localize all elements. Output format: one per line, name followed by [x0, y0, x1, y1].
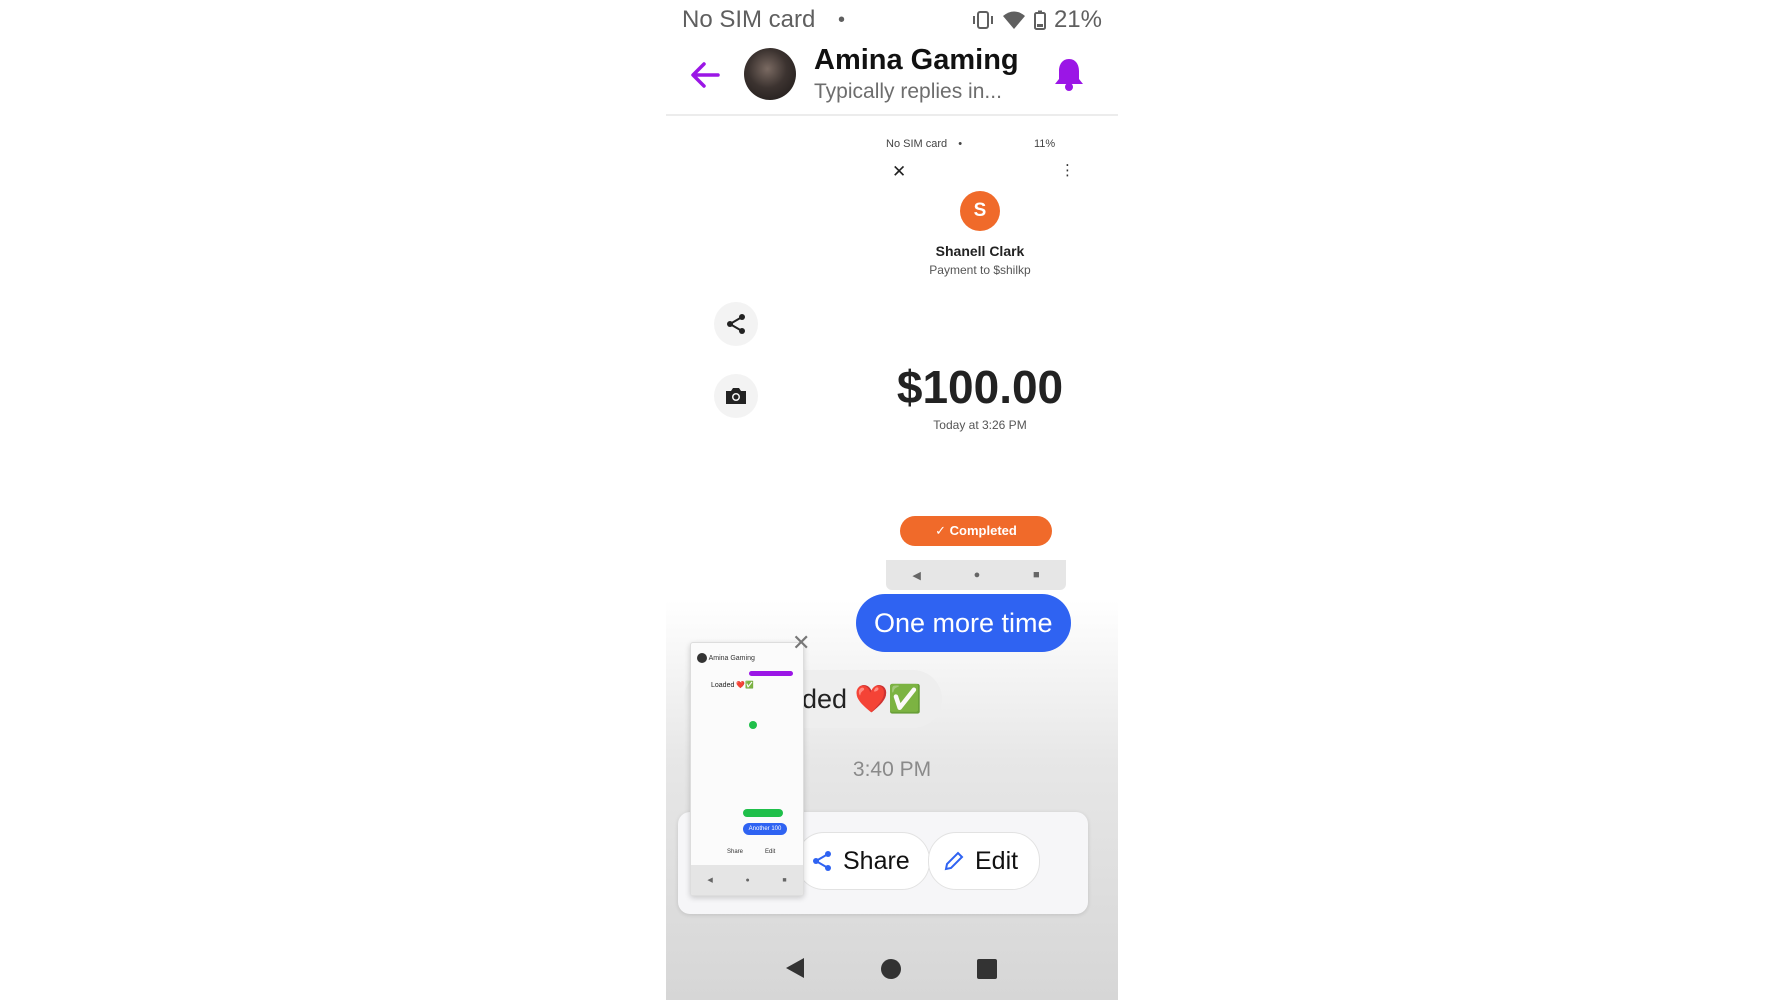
back-arrow-icon[interactable]	[688, 58, 722, 92]
thumb-contact-name: Amina Gaming	[708, 654, 755, 662]
nav-home-icon[interactable]	[880, 958, 902, 980]
thumb-avatar	[697, 653, 707, 663]
screenshot-thumbnail[interactable]: Amina Gaming Loaded ❤️✅ Another 100 Shar…	[690, 642, 804, 896]
nav-recents-icon[interactable]	[976, 958, 998, 980]
status-dot: •	[838, 9, 846, 31]
nav-back-icon: ◀	[912, 569, 921, 582]
status-icons: 21%	[972, 4, 1102, 36]
nav-home-icon: ●	[973, 569, 981, 581]
payment-amount: $100.00	[896, 361, 1064, 413]
pencil-icon	[944, 851, 964, 871]
payment-time: Today at 3:26 PM	[933, 418, 1027, 432]
thumb-nav-home-icon: ●	[745, 876, 750, 884]
share-icon	[813, 851, 831, 871]
battery-icon	[1033, 10, 1046, 30]
edit-button[interactable]: Edit	[928, 832, 1040, 890]
more-vert-icon: ⋮	[1060, 162, 1075, 179]
camera-icon	[714, 374, 758, 418]
screenshot-status-dot: •	[958, 138, 963, 150]
share-icon	[714, 302, 758, 346]
screenshot-status-bar: No SIM card • 11%	[886, 138, 1118, 150]
status-bar: No SIM card • 21%	[682, 4, 1102, 36]
thumb-share-label: Share	[727, 849, 744, 855]
screenshot-battery: 11%	[1034, 138, 1056, 150]
contact-name[interactable]: Amina Gaming	[814, 44, 1019, 77]
thumb-bubble	[749, 671, 793, 676]
nav-back-icon[interactable]	[784, 956, 806, 980]
close-icon[interactable]: ✕	[792, 630, 810, 656]
screenshot-carrier: No SIM card	[886, 138, 948, 150]
battery-percent: 21%	[1053, 6, 1102, 33]
carrier-label: No SIM card	[682, 6, 816, 33]
system-nav-bar	[666, 936, 1118, 1000]
payee-subtitle: Payment to $shilkp	[929, 263, 1031, 277]
wifi-icon	[1002, 11, 1025, 29]
vibrate-icon	[972, 11, 993, 29]
status-badge: ✓ Completed	[900, 516, 1052, 546]
thumb-nav-bar: ◀ ● ■	[691, 865, 803, 895]
chat-header: Amina Gaming Typically replies in...	[666, 40, 1118, 116]
thumb-blue-pill: Another 100	[743, 823, 787, 835]
phone-screen: No SIM card • 21% Amina Gaming Typically…	[666, 0, 1118, 1000]
nav-recents-icon: ■	[1032, 569, 1040, 581]
thumb-message: Loaded ❤️✅	[711, 682, 754, 689]
share-button[interactable]: Share	[796, 832, 930, 890]
reply-status: Typically replies in...	[814, 80, 1002, 103]
payee-avatar: S	[960, 191, 1000, 231]
bell-icon[interactable]	[1052, 56, 1086, 92]
thumb-edit-label: Edit	[765, 849, 776, 855]
thumb-header: Amina Gaming	[697, 653, 797, 665]
screenshot-nav-bar: ◀ ● ■	[886, 560, 1066, 590]
close-icon: ✕	[892, 162, 907, 181]
payee-name: Shanell Clark	[935, 243, 1025, 259]
thumb-nav-recents-icon: ■	[782, 876, 787, 884]
thumb-nav-back-icon: ◀	[707, 877, 713, 884]
outgoing-message[interactable]: One more time	[856, 594, 1071, 652]
edit-label: Edit	[975, 846, 1019, 875]
thumb-green-pill	[743, 809, 783, 817]
thumb-check-icon	[749, 721, 757, 729]
share-label: Share	[843, 846, 910, 875]
avatar[interactable]	[744, 48, 796, 100]
